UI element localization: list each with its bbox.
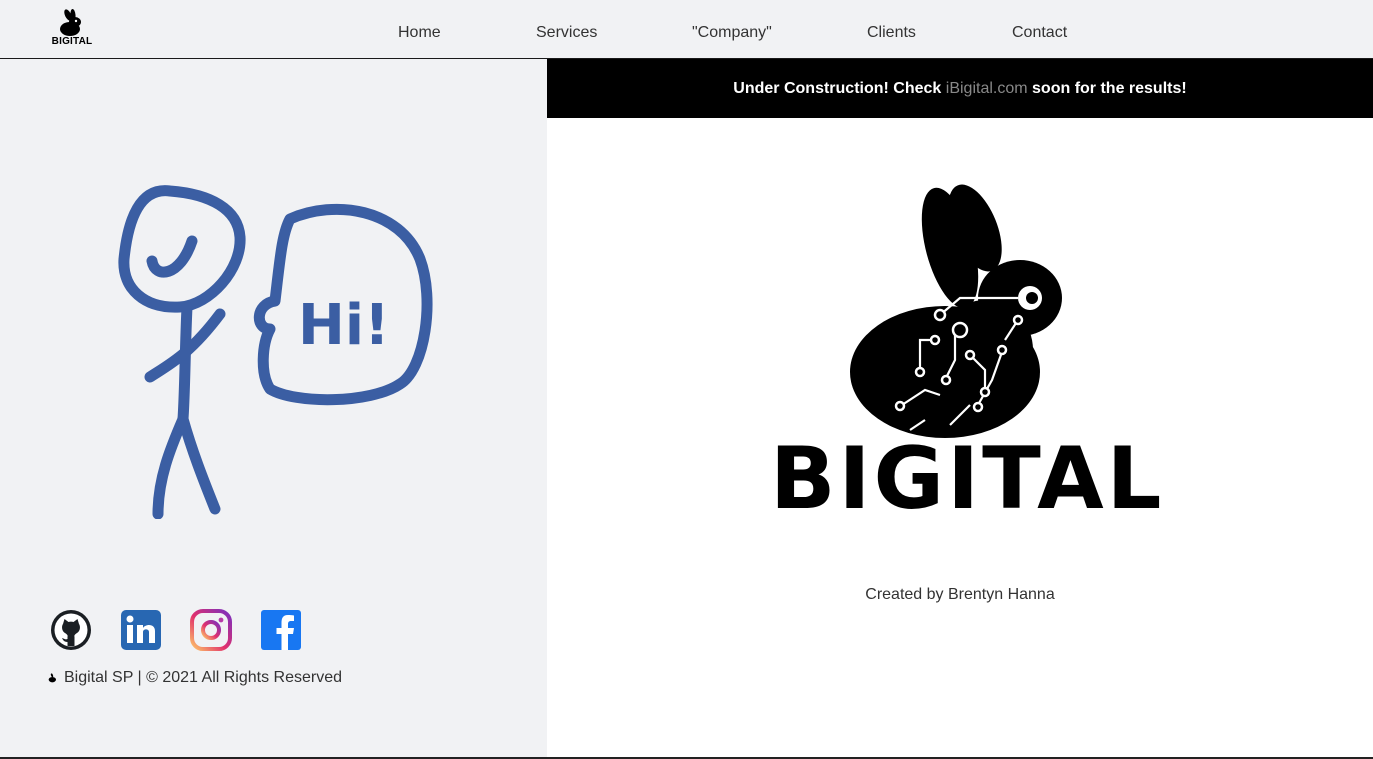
rabbit-mini-icon xyxy=(48,673,56,683)
stick-figure-hi-illustration: Hi! xyxy=(118,185,433,519)
nav-company[interactable]: "Company" xyxy=(692,24,772,42)
construction-banner: Under Construction! Check iBigital.com s… xyxy=(547,59,1373,118)
copyright-text: Bigital SP | © 2021 All Rights Reserved xyxy=(64,669,343,686)
banner-link[interactable]: iBigital.com xyxy=(946,80,1028,97)
nav-clients[interactable]: Clients xyxy=(867,24,916,42)
rabbit-circuit-logo-icon xyxy=(850,184,1062,438)
brand-wordmark: BIGITAL xyxy=(770,429,1165,529)
top-navbar: BIGITAL Home Services "Company" Clients … xyxy=(0,0,1373,59)
header-logo[interactable]: BIGITAL xyxy=(48,9,96,51)
instagram-link[interactable] xyxy=(190,609,232,651)
header-logo-text: BIGITAL xyxy=(51,36,93,47)
nav-home[interactable]: Home xyxy=(398,24,441,42)
nav-contact[interactable]: Contact xyxy=(1012,24,1067,42)
github-link[interactable] xyxy=(50,609,92,651)
linkedin-icon xyxy=(121,610,161,650)
banner-prefix: Under Construction! Check xyxy=(733,80,946,97)
banner-suffix: soon for the results! xyxy=(1027,80,1187,97)
rabbit-logo-icon xyxy=(60,9,81,36)
left-panel: Hi! Bigital SP | © 2021 All Rights Reser… xyxy=(0,59,547,759)
main-content: BIGITAL Created by Brentyn Hanna xyxy=(547,118,1373,757)
github-icon xyxy=(51,610,91,650)
creator-credit: Created by Brentyn Hanna xyxy=(865,586,1055,603)
speech-bubble-text: Hi! xyxy=(298,293,390,358)
instagram-icon xyxy=(190,609,232,651)
facebook-link[interactable] xyxy=(260,609,302,651)
nav-services[interactable]: Services xyxy=(536,24,597,42)
linkedin-link[interactable] xyxy=(120,609,162,651)
facebook-icon xyxy=(261,610,301,650)
copyright-footer: Bigital SP | © 2021 All Rights Reserved xyxy=(48,669,342,687)
